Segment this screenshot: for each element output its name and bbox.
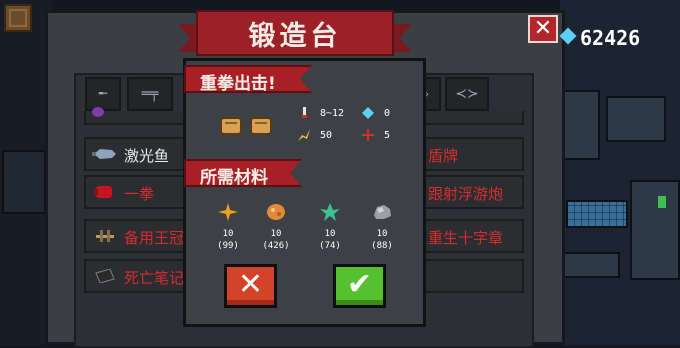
weapon-name: 一拳 — [124, 185, 155, 203]
material-required: 10 — [222, 229, 234, 239]
list-item[interactable] — [418, 111, 524, 125]
list-item[interactable]: 跟射浮游炮 — [418, 175, 524, 209]
gem-count: 62426 — [580, 26, 641, 50]
title-banner: 锻造台 — [178, 10, 394, 56]
material-required: 10 — [324, 229, 336, 239]
tab-ak-rifle[interactable]: ╾ — [85, 77, 121, 111]
weapon-name: 激光鱼 — [124, 147, 170, 165]
cancel-button[interactable]: ✕ — [224, 264, 277, 308]
list-item[interactable]: 一拳 — [84, 175, 190, 209]
machine-decoration — [560, 252, 620, 278]
material-required: 10 — [270, 229, 282, 239]
material-required: 10 — [376, 229, 388, 239]
stat-damage: 8~12 — [320, 108, 345, 119]
energy-icon — [362, 107, 374, 119]
fish-icon: ≺≻ — [455, 86, 479, 102]
stat-energy: 0 — [384, 108, 391, 119]
spark-fragment-icon — [218, 203, 238, 221]
list-item[interactable] — [84, 107, 190, 125]
material-owned: (74) — [319, 241, 341, 251]
list-item[interactable] — [418, 259, 524, 293]
light-decoration — [658, 196, 666, 208]
fist-icon — [94, 186, 112, 198]
check-icon: ✔ — [346, 267, 373, 302]
recipe-weapon-name: 重拳出击! — [200, 74, 276, 94]
list-item[interactable]: 盾牌 — [418, 137, 524, 171]
background-right-lab — [560, 0, 680, 345]
tab-fish[interactable]: ≺≻ — [445, 77, 489, 111]
materials-title: 所需材料 — [200, 168, 268, 188]
stat-accuracy: 5 — [384, 130, 391, 141]
page-title: 锻造台 — [248, 21, 342, 52]
crate-decoration — [4, 4, 32, 32]
damage-icon — [302, 107, 307, 118]
cancel-icon: ✕ — [237, 267, 264, 302]
confirm-button[interactable]: ✔ — [333, 264, 386, 308]
recipe-popup: 重拳出击! 8~12 0 50 5 所需材料 10 (99) 10 (426) … — [183, 58, 426, 327]
machine-decoration — [560, 90, 600, 160]
green-crystal-icon — [320, 203, 340, 221]
weapon-name: 跟射浮游炮 — [428, 185, 504, 203]
material-owned: (88) — [371, 241, 393, 251]
stat-crit: 50 — [320, 130, 333, 141]
ak-rifle-icon: ╾ — [98, 86, 108, 102]
fist-icon — [220, 117, 242, 135]
list-item[interactable]: 死亡笔记 — [84, 259, 190, 293]
weapon-name: 重生十字章 — [428, 229, 504, 247]
orange-ore-icon — [267, 204, 285, 220]
weapon-name: 备用王冠 — [124, 229, 185, 247]
material-owned: (99) — [217, 241, 239, 251]
list-item[interactable]: 激光鱼 — [84, 137, 190, 171]
tab-sniper[interactable]: ═╤ — [127, 77, 173, 111]
death-note-icon — [95, 269, 115, 283]
material-owned: (426) — [262, 241, 290, 251]
weapon-name-banner: 重拳出击! — [184, 65, 312, 93]
crown-icon — [96, 230, 114, 242]
weapon-name: 盾牌 — [428, 147, 459, 165]
shelf-decoration — [2, 150, 46, 214]
iron-ore-icon — [374, 205, 391, 219]
close-button[interactable]: ✕ — [528, 15, 558, 43]
accuracy-icon — [362, 129, 374, 141]
list-item[interactable]: 备用王冠 — [84, 219, 190, 253]
close-icon: ✕ — [533, 16, 553, 41]
monitor-decoration — [566, 200, 628, 228]
crit-icon — [298, 129, 310, 141]
laser-fish-icon — [92, 149, 116, 159]
weapon-name: 死亡笔记 — [124, 269, 185, 287]
purple-item-icon — [92, 107, 104, 117]
fist-icon — [250, 117, 272, 135]
machine-decoration — [630, 180, 680, 280]
sniper-icon: ═╤ — [141, 86, 159, 102]
materials-banner: 所需材料 — [184, 159, 302, 187]
machine-decoration — [606, 96, 666, 142]
list-item[interactable]: 重生十字章 — [418, 219, 524, 253]
